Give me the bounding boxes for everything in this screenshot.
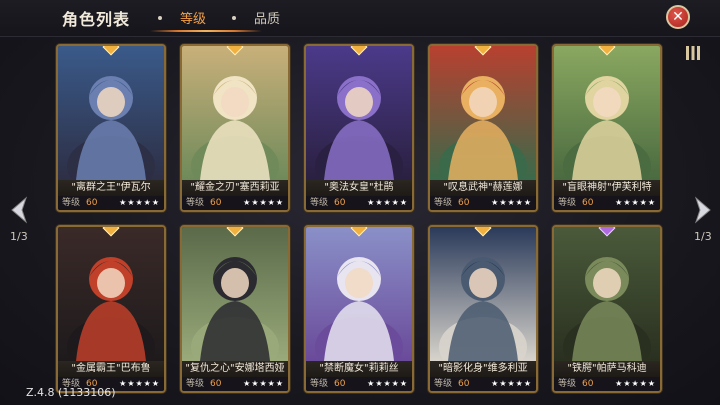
- star-rating: ★★★★★: [243, 379, 284, 388]
- tab-level[interactable]: 等级: [180, 8, 206, 27]
- hero-card[interactable]: "暗影化身"维多利亚等级 60 ★★★★★: [428, 225, 538, 393]
- level-label: 等级: [434, 379, 453, 389]
- hero-name: "暗影化身"维多利亚: [430, 361, 536, 377]
- hero-name: "复仇之心"安娜塔西娅: [182, 361, 288, 377]
- hero-portrait: [58, 46, 164, 180]
- hero-level-bar: 等级 60 ★★★★★: [182, 377, 288, 391]
- hero-portrait: [430, 46, 536, 180]
- next-page-arrow-icon[interactable]: [690, 195, 716, 225]
- tab-quality[interactable]: 品质: [254, 8, 280, 27]
- page-indicator-left: 1/3: [10, 230, 28, 243]
- level-value: 60: [210, 379, 222, 389]
- hero-card[interactable]: "离群之王"伊瓦尔等级 60 ★★★★★: [56, 44, 166, 212]
- hero-level-bar: 等级 60 ★★★★★: [58, 196, 164, 210]
- level-label: 等级: [558, 198, 577, 208]
- hero-card[interactable]: "金属霸王"巴布鲁 等级 60 ★★★★★: [56, 225, 166, 393]
- level-value: 60: [334, 198, 346, 208]
- page-indicator-right: 1/3: [694, 230, 712, 243]
- star-rating: ★★★★★: [615, 198, 656, 207]
- hero-portrait: [306, 46, 412, 180]
- level-label: 等级: [62, 198, 81, 208]
- hero-card[interactable]: "耀金之刃"塞西莉亚等级 60 ★★★★★: [180, 44, 290, 212]
- star-rating: ★★★★★: [615, 379, 656, 388]
- star-rating: ★★★★★: [491, 379, 532, 388]
- hero-card[interactable]: "奥法女皇"杜鹃等级 60 ★★★★★: [304, 44, 414, 212]
- hero-portrait: [182, 46, 288, 180]
- star-rating: ★★★★★: [119, 198, 160, 207]
- level-label: 等级: [434, 198, 453, 208]
- level-value: 60: [582, 198, 594, 208]
- hero-card[interactable]: "盲眼神射"伊芙利特等级 60 ★★★★★: [552, 44, 662, 212]
- star-rating: ★★★★★: [367, 198, 408, 207]
- tab-bullet: [158, 16, 162, 20]
- hero-portrait: [306, 227, 412, 361]
- hero-level-bar: 等级 60 ★★★★★: [430, 196, 536, 210]
- hero-level-bar: 等级 60 ★★★★★: [554, 377, 660, 391]
- hero-portrait: [554, 46, 660, 180]
- level-value: 60: [210, 198, 222, 208]
- hero-card[interactable]: "禁断魔女"莉莉丝等级 60 ★★★★★: [304, 225, 414, 393]
- hero-name: "叹息武神"赫莲娜: [430, 180, 536, 196]
- hero-name: "金属霸王"巴布鲁: [58, 361, 164, 377]
- sort-icon[interactable]: [684, 44, 702, 62]
- level-label: 等级: [310, 198, 329, 208]
- level-label: 等级: [558, 379, 577, 389]
- hero-portrait: [554, 227, 660, 361]
- level-label: 等级: [310, 379, 329, 389]
- hero-name: "铁腭"帕萨马科迪: [554, 361, 660, 377]
- star-rating: ★★★★★: [119, 379, 160, 388]
- close-icon[interactable]: ✕: [666, 5, 690, 29]
- hero-name: "离群之王"伊瓦尔: [58, 180, 164, 196]
- star-rating: ★★★★★: [243, 198, 284, 207]
- hero-level-bar: 等级 60 ★★★★★: [306, 377, 412, 391]
- hero-portrait: [430, 227, 536, 361]
- level-label: 等级: [186, 198, 205, 208]
- level-value: 60: [582, 379, 594, 389]
- active-tab-indicator: [150, 30, 262, 32]
- star-rating: ★★★★★: [367, 379, 408, 388]
- hero-card[interactable]: "叹息武神"赫莲娜等级 60 ★★★★★: [428, 44, 538, 212]
- hero-name: "耀金之刃"塞西莉亚: [182, 180, 288, 196]
- level-label: 等级: [186, 379, 205, 389]
- hero-level-bar: 等级 60 ★★★★★: [430, 377, 536, 391]
- hero-name: "奥法女皇"杜鹃: [306, 180, 412, 196]
- level-value: 60: [86, 198, 98, 208]
- star-rating: ★★★★★: [491, 198, 532, 207]
- hero-card[interactable]: "复仇之心"安娜塔西娅等级 60 ★★★★★: [180, 225, 290, 393]
- hero-level-bar: 等级 60 ★★★★★: [554, 196, 660, 210]
- hero-card[interactable]: "铁腭"帕萨马科迪等级 60 ★★★★★: [552, 225, 662, 393]
- page-title: 角色列表: [62, 10, 131, 29]
- hero-name: "盲眼神射"伊芙利特: [554, 180, 660, 196]
- level-value: 60: [458, 198, 470, 208]
- hero-portrait: [182, 227, 288, 361]
- tab-bullet: [232, 16, 236, 20]
- top-bar: 角色列表 等级 品质 ✕: [0, 0, 720, 37]
- version-label: Z.4.8 (1133106): [26, 386, 116, 399]
- level-value: 60: [458, 379, 470, 389]
- hero-level-bar: 等级 60 ★★★★★: [182, 196, 288, 210]
- hero-portrait: [58, 227, 164, 361]
- level-value: 60: [334, 379, 346, 389]
- hero-level-bar: 等级 60 ★★★★★: [306, 196, 412, 210]
- prev-page-arrow-icon[interactable]: [6, 195, 32, 225]
- hero-name: "禁断魔女"莉莉丝: [306, 361, 412, 377]
